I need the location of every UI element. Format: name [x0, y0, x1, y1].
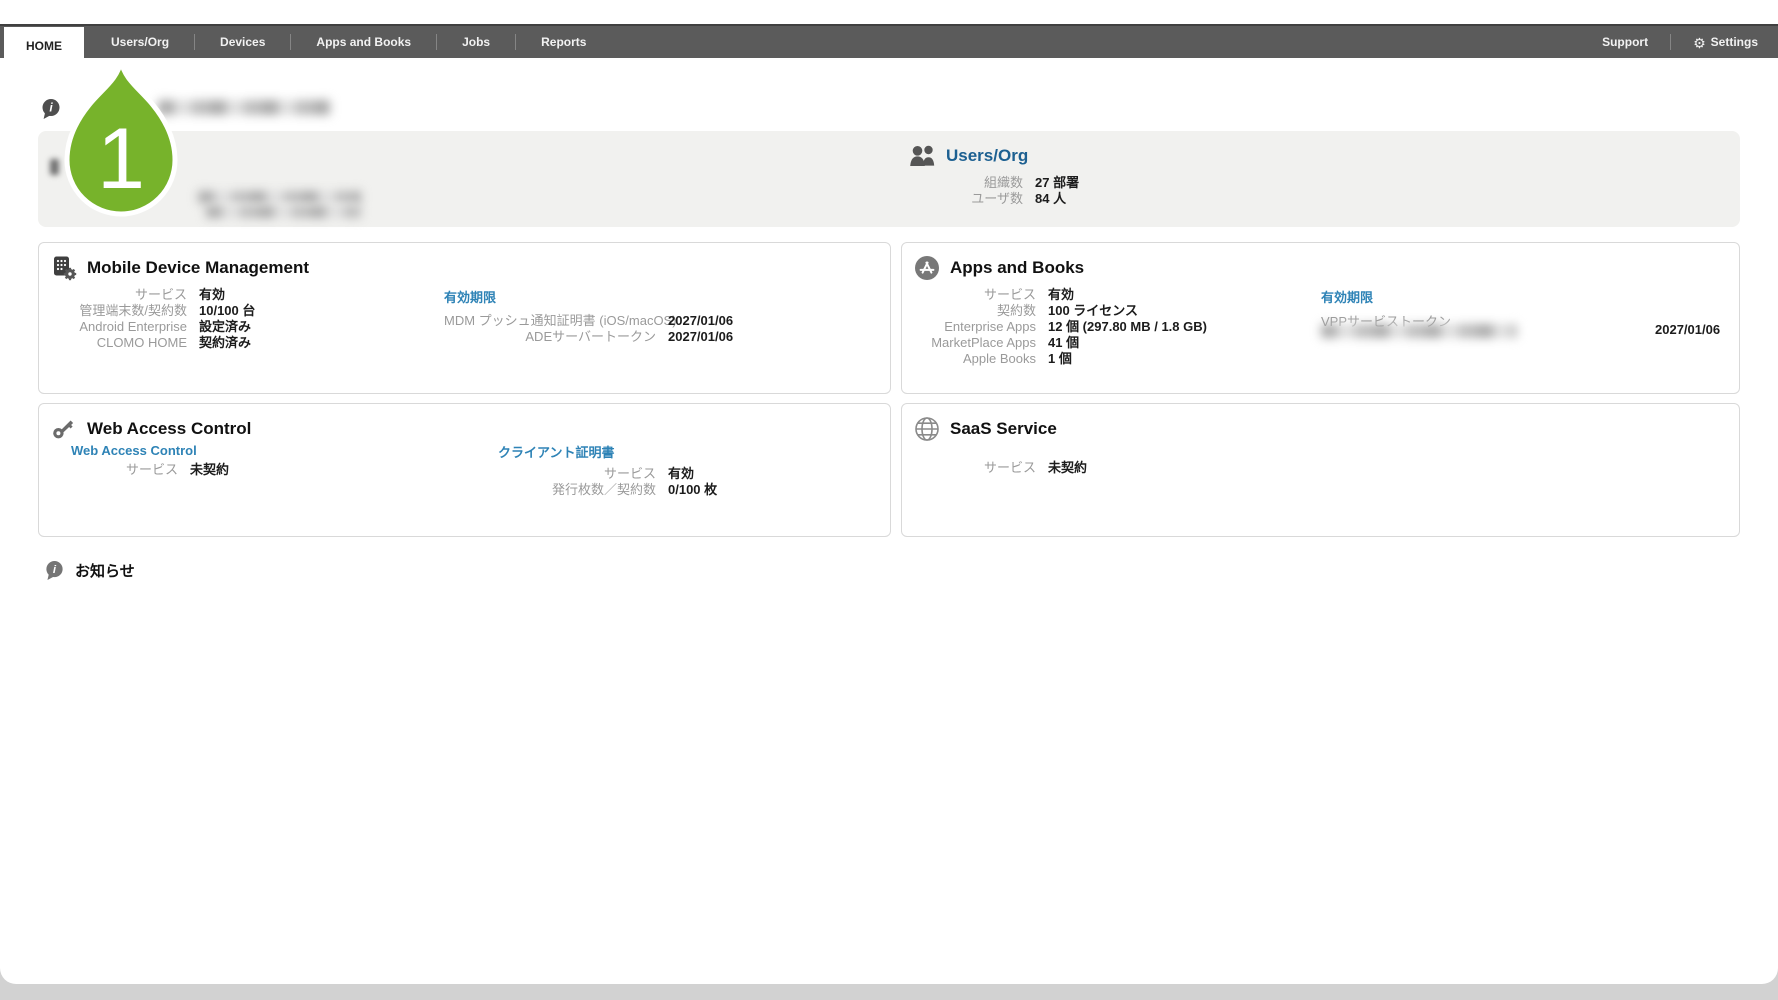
wac-service-row: サービス 未契約	[51, 462, 229, 478]
vpp-token-expiry-date: 2027/01/06	[1655, 322, 1720, 337]
mdm-android-row: Android Enterprise 設定済み	[51, 319, 255, 335]
notice-title: お知らせ	[75, 560, 135, 581]
mdm-devices-row: 管理端末数/契約数 10/100 台	[51, 303, 255, 319]
apps-marketplace-label: MarketPlace Apps	[914, 335, 1036, 351]
apps-marketplace-value: 41 個	[1048, 335, 1079, 351]
mdm-android-value: 設定済み	[199, 319, 251, 335]
support-link[interactable]: Support	[1596, 35, 1654, 49]
mdm-ade-token-date: 2027/01/06	[668, 329, 733, 345]
apps-books-label: Apple Books	[914, 351, 1036, 367]
info-speech-bubble-icon: i	[44, 560, 65, 581]
apps-service-row: サービス 有効	[914, 287, 1207, 303]
mdm-devices-label: 管理端末数/契約数	[51, 303, 187, 319]
apps-expiry-link[interactable]: 有効期限	[1321, 290, 1373, 305]
org-count-label: 組織数	[908, 175, 1023, 191]
mdm-push-cert-row: MDM プッシュ通知証明書 (iOS/macOS) 2027/01/06	[444, 313, 733, 329]
mdm-expiry-link[interactable]: 有効期限	[444, 290, 496, 305]
key-icon	[51, 416, 77, 442]
cert-issued-label: 発行枚数／契約数	[444, 482, 656, 498]
wac-service-value: 未契約	[190, 462, 229, 478]
clomo-home-page: Users/Org Devices Apps and Books Jobs Re…	[0, 0, 1778, 1000]
globe-icon	[914, 416, 940, 442]
nav-right-group: Support ⚙ Settings	[1596, 26, 1764, 58]
wac-service-label: サービス	[51, 462, 178, 478]
mdm-clomo-home-value: 契約済み	[199, 335, 251, 351]
two-people-icon	[908, 145, 938, 167]
apps-license-value: 100 ライセンス	[1048, 303, 1138, 319]
saas-card-title: SaaS Service	[950, 419, 1057, 439]
tab-reports[interactable]: Reports	[516, 35, 611, 49]
mdm-card: Mobile Device Management サービス 有効 管理端末数/契…	[38, 242, 891, 394]
mdm-devices-value: 10/100 台	[199, 303, 255, 319]
apps-service-value: 有効	[1048, 287, 1074, 303]
wac-link[interactable]: Web Access Control	[71, 443, 197, 458]
redacted-org-line-2	[206, 206, 361, 218]
client-cert-link[interactable]: クライアント証明書	[498, 445, 614, 460]
apps-books-value: 1 個	[1048, 351, 1072, 367]
apps-service-label: サービス	[914, 287, 1036, 303]
step-number: 1	[97, 111, 145, 207]
notice-section-header: i お知らせ	[44, 560, 135, 581]
org-summary-panel: Users/Org 組織数 27 部署 ユーザ数 84 人	[38, 131, 1740, 227]
mdm-clomo-home-row: CLOMO HOME 契約済み	[51, 335, 255, 351]
cert-service-row: サービス 有効	[444, 466, 717, 482]
mdm-push-cert-label: MDM プッシュ通知証明書 (iOS/macOS)	[444, 313, 656, 329]
gear-icon: ⚙	[1693, 35, 1706, 52]
redacted-vpp-token	[1321, 324, 1517, 338]
tab-devices[interactable]: Devices	[195, 35, 290, 49]
apps-enterprise-value: 12 個 (297.80 MB / 1.8 GB)	[1048, 319, 1207, 335]
mdm-ade-token-label: ADEサーバートークン	[444, 329, 656, 345]
settings-label: Settings	[1711, 35, 1758, 49]
wac-card: Web Access Control Web Access Control サー…	[38, 403, 891, 537]
users-org-title-link[interactable]: Users/Org	[946, 146, 1028, 166]
step-1-annotation-balloon: 1	[55, 58, 187, 224]
mdm-service-row: サービス 有効	[51, 287, 255, 303]
mdm-android-label: Android Enterprise	[51, 319, 187, 335]
app-store-a-icon	[914, 255, 940, 281]
cert-issued-row: 発行枚数／契約数 0/100 枚	[444, 482, 717, 498]
users-org-summary: Users/Org 組織数 27 部署 ユーザ数 84 人	[908, 145, 1368, 207]
user-count-value: 84 人	[1035, 191, 1066, 207]
mdm-clomo-home-label: CLOMO HOME	[51, 335, 187, 351]
apps-enterprise-label: Enterprise Apps	[914, 319, 1036, 335]
apps-books-card: Apps and Books サービス 有効 契約数 100 ライセンス Ent…	[901, 242, 1740, 394]
org-count-row: 組織数 27 部署	[908, 175, 1368, 191]
mdm-service-label: サービス	[51, 287, 187, 303]
mdm-service-value: 有効	[199, 287, 225, 303]
top-navbar: Users/Org Devices Apps and Books Jobs Re…	[0, 24, 1778, 58]
nav-separator	[1670, 34, 1671, 50]
nav-tab-group: Users/Org Devices Apps and Books Jobs Re…	[86, 26, 611, 58]
cert-service-label: サービス	[444, 466, 656, 482]
cert-service-value: 有効	[668, 466, 694, 482]
tab-jobs[interactable]: Jobs	[437, 35, 515, 49]
apps-books-row: Apple Books 1 個	[914, 351, 1207, 367]
redacted-org-line-1	[198, 191, 361, 203]
cert-issued-value: 0/100 枚	[668, 482, 717, 498]
saas-service-value: 未契約	[1048, 460, 1087, 476]
user-count-label: ユーザ数	[908, 191, 1023, 207]
mdm-ade-token-row: ADEサーバートークン 2027/01/06	[444, 329, 733, 345]
saas-card: SaaS Service サービス 未契約	[901, 403, 1740, 537]
apps-license-row: 契約数 100 ライセンス	[914, 303, 1207, 319]
settings-button[interactable]: ⚙ Settings	[1687, 34, 1764, 51]
org-count-value: 27 部署	[1035, 175, 1079, 191]
tab-users-org[interactable]: Users/Org	[86, 35, 194, 49]
user-count-row: ユーザ数 84 人	[908, 191, 1368, 207]
device-gear-icon	[51, 255, 77, 281]
saas-service-label: サービス	[914, 460, 1036, 476]
mdm-card-title: Mobile Device Management	[87, 258, 309, 278]
saas-service-row: サービス 未契約	[914, 460, 1087, 476]
wac-card-title: Web Access Control	[87, 419, 251, 439]
apps-license-label: 契約数	[914, 303, 1036, 319]
apps-marketplace-row: MarketPlace Apps 41 個	[914, 335, 1207, 351]
mdm-push-cert-date: 2027/01/06	[668, 313, 733, 329]
tab-apps-and-books[interactable]: Apps and Books	[291, 35, 436, 49]
apps-books-card-title: Apps and Books	[950, 258, 1084, 278]
apps-enterprise-row: Enterprise Apps 12 個 (297.80 MB / 1.8 GB…	[914, 319, 1207, 335]
